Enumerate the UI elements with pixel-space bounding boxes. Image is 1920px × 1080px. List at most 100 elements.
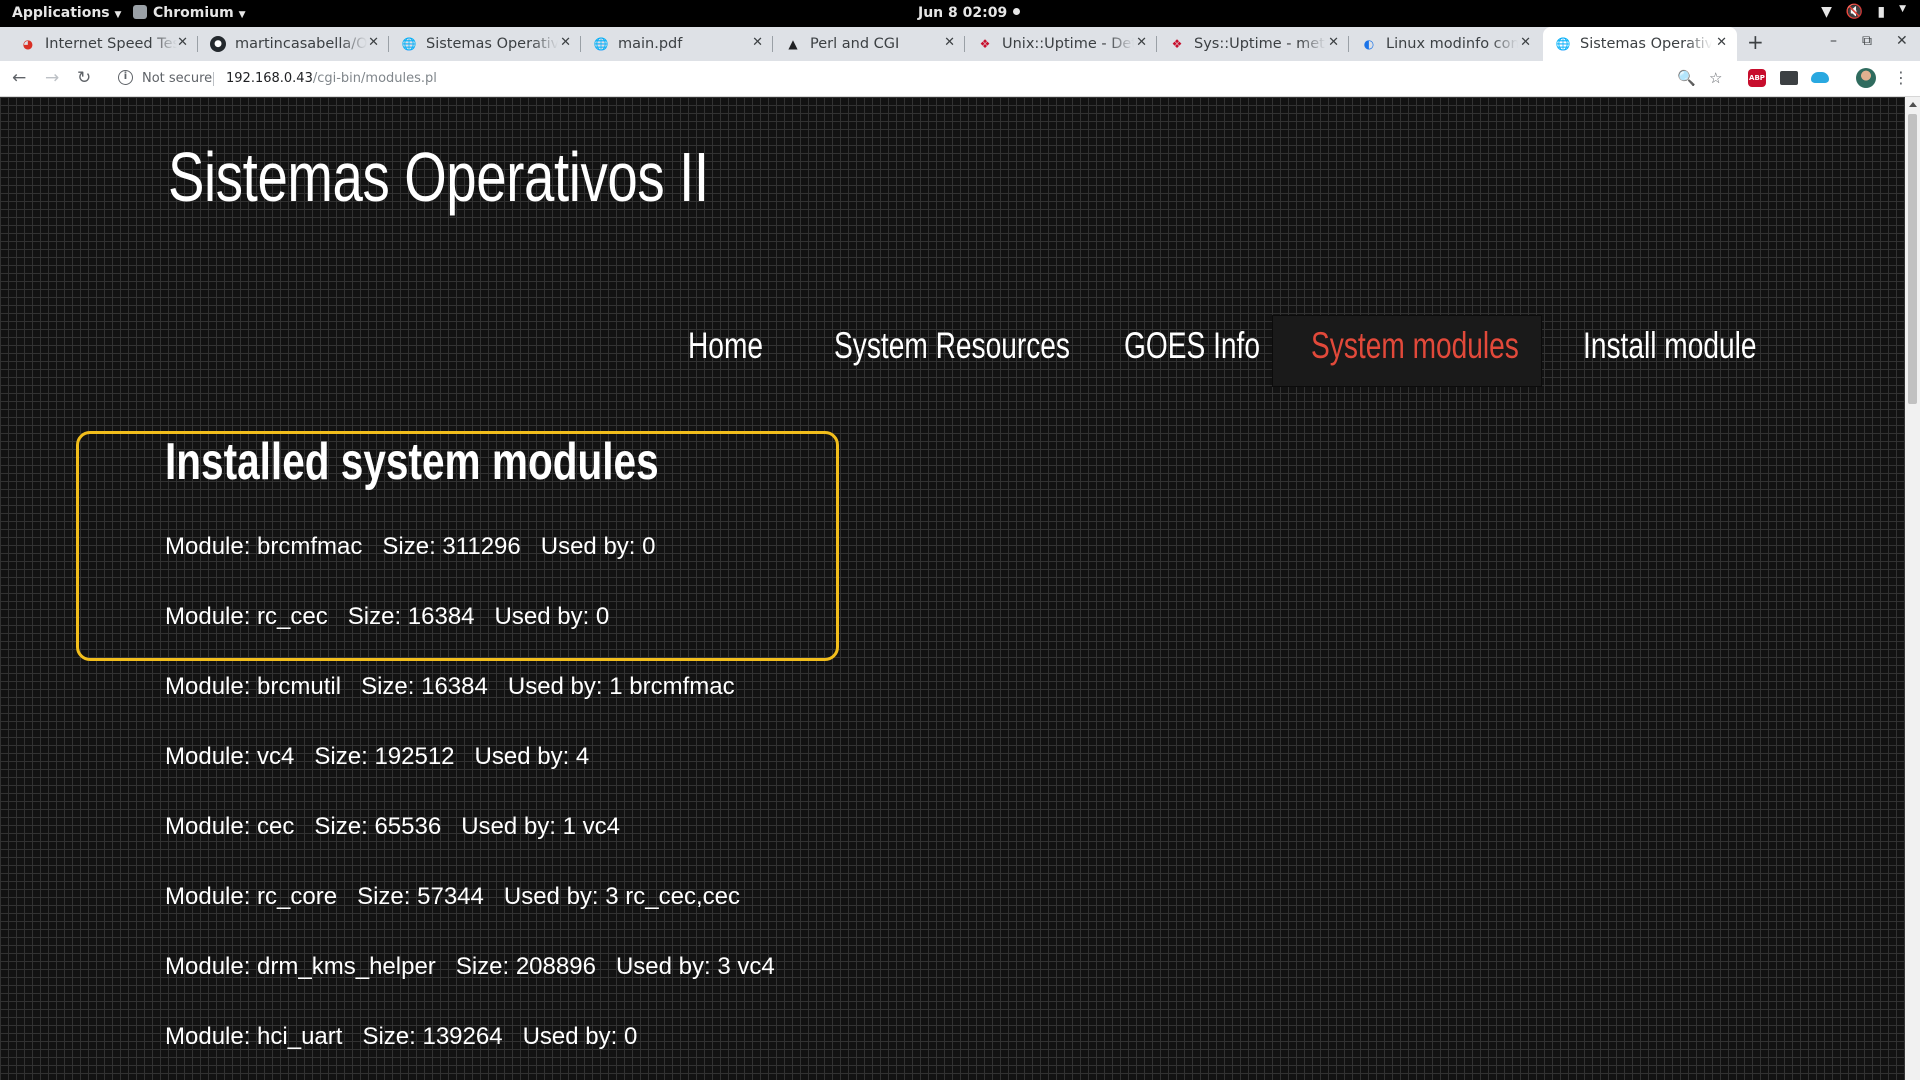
chromium-icon [133,5,147,19]
page-heading: Installed system modules [165,433,659,491]
nav-home[interactable]: Home [688,325,763,367]
metacpan-icon: ❖ [1171,37,1183,51]
page-viewport: Sistemas Operativos II Home System Resou… [0,97,1905,1080]
module-name: Module: rc_core [165,883,338,910]
module-row: Module: cec Size: 65536 Used by: 1 vc4 [165,813,620,841]
clock[interactable]: Jun 8 02:09 [918,5,1021,21]
tab-github[interactable]: ● martincasabella/O ✕ [198,27,389,61]
restore-icon[interactable]: ⧉ [1862,33,1872,49]
close-icon[interactable]: ✕ [177,35,188,50]
clock-label: Jun 8 02:09 [918,5,1008,21]
module-name: Module: rc_cec [165,603,328,630]
module-used-by: Used by: 0 [522,1023,638,1050]
applications-menu[interactable]: Applications ▼ [12,5,121,21]
url-text[interactable]: 192.168.0.43/cgi-bin/modules.pl [226,71,437,86]
tab-perl-and-cgi[interactable]: ▲ Perl and CGI ✕ [773,27,965,61]
zoom-icon[interactable]: 🔍 [1677,69,1696,87]
address-bar[interactable]: i Not secure 192.168.0.43/cgi-bin/module… [108,64,1718,94]
close-icon[interactable]: ✕ [1136,35,1147,50]
close-window-icon[interactable]: ✕ [1896,33,1908,49]
module-used-by: Used by: 3 rc_cec,cec [503,883,740,910]
avatar[interactable] [1856,68,1876,88]
camel-icon: ▲ [788,37,798,51]
module-used-by: Used by: 1 brcmfmac [507,673,735,700]
tab-internet-speed-test[interactable]: ◕ Internet Speed Tes ✕ [8,27,198,61]
nav-goes-info[interactable]: GOES Info [1124,325,1260,367]
module-row: Module: vc4 Size: 192512 Used by: 4 [165,743,589,771]
scroll-up-icon[interactable] [1909,102,1917,107]
module-name: Module: drm_kms_helper [165,953,436,980]
module-name: Module: vc4 [165,743,295,770]
system-tray[interactable]: ▼ 🔇 ▮ ▼ [1821,4,1906,20]
new-tab-button[interactable]: + [1747,30,1764,54]
module-size: Size: 208896 [455,953,596,980]
tab-main-pdf[interactable]: 🌐 main.pdf ✕ [581,27,773,61]
module-row: Module: drm_kms_helper Size: 208896 Used… [165,953,775,981]
nav-system-modules[interactable]: System modules [1311,325,1519,367]
metacpan-icon: ❖ [979,37,991,51]
nav-system-resources[interactable]: System Resources [834,325,1070,367]
module-row: Module: brcmutil Size: 16384 Used by: 1 … [165,673,735,701]
close-icon[interactable]: ✕ [1328,35,1339,50]
speedometer-icon: ◕ [22,37,34,51]
cloud-extension-icon[interactable] [1811,72,1829,83]
close-icon[interactable]: ✕ [1716,35,1727,50]
page-scrollbar[interactable] [1905,97,1920,1080]
extension-icon[interactable] [1780,71,1798,85]
module-size: Size: 16384 [347,603,475,630]
adblock-icon[interactable]: ABP [1748,69,1766,87]
system-top-bar: Applications ▼ Chromium ▼ Jun 8 02:09 ▼ … [0,0,1920,27]
chevron-down-icon: ▼ [1899,4,1906,14]
back-button[interactable]: ← [12,68,26,88]
menu-kebab-icon[interactable]: ⋮ [1893,68,1909,87]
wifi-icon: ▼ [1821,4,1832,20]
tab-sistemas-operativos[interactable]: 🌐 Sistemas Operativ ✕ [389,27,581,61]
applications-label: Applications [12,5,110,21]
minimize-icon[interactable]: – [1830,33,1837,49]
module-row: Module: brcmfmac Size: 311296 Used by: 0 [165,533,655,561]
forward-button[interactable]: → [45,68,59,88]
close-icon[interactable]: ✕ [1520,35,1531,50]
module-size: Size: 65536 [314,813,442,840]
module-size: Size: 57344 [357,883,484,910]
tab-linux-modinfo[interactable]: ◐ Linux modinfo com ✕ [1349,27,1541,61]
tab-title: Sistemas Operativ [426,36,558,52]
site-title: Sistemas Operativos II [168,138,709,216]
module-row: Module: hci_uart Size: 139264 Used by: 0 [165,1023,637,1051]
module-row: Module: rc_cec Size: 16384 Used by: 0 [165,603,609,631]
close-icon[interactable]: ✕ [752,35,763,50]
close-icon[interactable]: ✕ [560,35,571,50]
security-label: Not secure [142,71,213,86]
tab-strip: ◕ Internet Speed Tes ✕ ● martincasabella… [0,27,1920,61]
tab-title: main.pdf [618,36,683,52]
tab-sistemas-operativos-active[interactable]: 🌐 Sistemas Operativ ✕ [1543,27,1737,61]
tab-title: Linux modinfo com [1386,36,1518,52]
bookmark-star-icon[interactable]: ☆ [1709,69,1722,87]
tab-sys-uptime[interactable]: ❖ Sys::Uptime - meta ✕ [1157,27,1349,61]
module-size: Size: 311296 [382,533,521,560]
app-menu-label: Chromium [153,5,234,21]
url-host: 192.168.0.43 [226,71,313,86]
globe-icon: 🌐 [1555,37,1571,51]
tab-title: martincasabella/O [235,36,367,52]
globe-icon: 🌐 [593,37,609,51]
scrollbar-thumb[interactable] [1908,114,1917,404]
module-size: Size: 139264 [362,1023,503,1050]
tab-unix-uptime[interactable]: ❖ Unix::Uptime - Det ✕ [965,27,1157,61]
module-size: Size: 16384 [361,673,488,700]
tab-title: Unix::Uptime - Det [1002,36,1134,52]
app-menu[interactable]: Chromium ▼ [133,5,246,21]
module-row: Module: rc_core Size: 57344 Used by: 3 r… [165,883,740,911]
volume-muted-icon: 🔇 [1845,4,1864,20]
info-icon[interactable]: i [118,70,133,85]
reload-button[interactable]: ↻ [77,68,91,88]
nav-install-module[interactable]: Install module [1583,325,1757,367]
module-used-by: Used by: 3 vc4 [615,953,775,980]
close-icon[interactable]: ✕ [368,35,379,50]
chevron-down-icon: ▼ [238,10,246,20]
module-name: Module: cec [165,813,295,840]
tab-title: Perl and CGI [810,36,900,52]
battery-icon: ▮ [1877,4,1886,20]
divider [213,72,214,86]
close-icon[interactable]: ✕ [944,35,955,50]
